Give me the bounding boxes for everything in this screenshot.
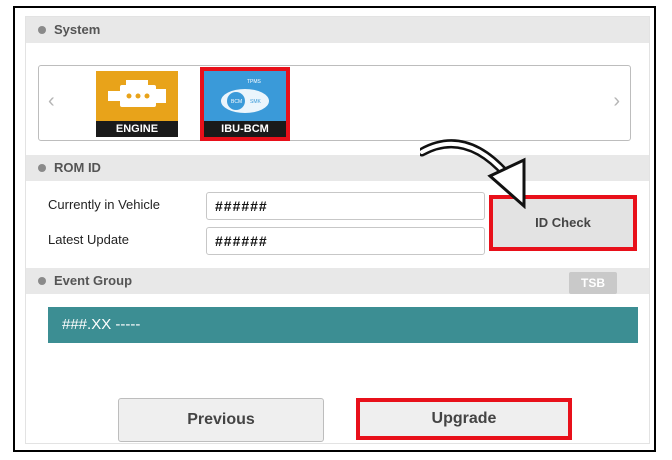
latest-update-label: Latest Update <box>48 232 129 247</box>
module-engine[interactable]: ENGINE <box>96 71 178 137</box>
module-ibu-bcm-label: IBU-BCM <box>204 121 286 137</box>
current-rom-id-value: ###### <box>215 198 268 214</box>
app-frame: System ‹ ENGINE TPMS BCM SMK IBU-BCM › R… <box>13 6 656 452</box>
system-section-header: System <box>26 17 649 43</box>
chevron-left-icon[interactable]: ‹ <box>48 90 55 113</box>
chevron-right-icon[interactable]: › <box>613 90 620 113</box>
latest-rom-id-field: ###### <box>206 227 485 255</box>
engine-icon <box>96 71 178 121</box>
upgrade-button[interactable]: Upgrade <box>356 398 572 440</box>
ibu-icon-text-smk: SMK <box>250 99 262 105</box>
upgrade-panel: System ‹ ENGINE TPMS BCM SMK IBU-BCM › R… <box>25 16 650 444</box>
bullet-dot-icon <box>38 277 46 285</box>
ibu-icon-text-tpms: TPMS <box>247 79 262 85</box>
currently-in-vehicle-label: Currently in Vehicle <box>48 197 160 212</box>
module-engine-label: ENGINE <box>96 121 178 137</box>
pointer-arrow-icon <box>420 139 526 209</box>
module-ibu-bcm[interactable]: TPMS BCM SMK IBU-BCM <box>200 67 290 141</box>
rom-id-title: ROM ID <box>54 160 101 175</box>
latest-rom-id-value: ###### <box>215 233 268 249</box>
event-group-title: Event Group <box>54 273 133 288</box>
tsb-button[interactable]: TSB <box>569 272 617 294</box>
event-group-section-header: Event Group <box>26 268 649 294</box>
rom-id-section-header: ROM ID <box>26 155 649 181</box>
system-module-carousel: ‹ ENGINE TPMS BCM SMK IBU-BCM › <box>38 65 631 141</box>
event-item-text: ###.XX ----- <box>62 316 141 333</box>
previous-button[interactable]: Previous <box>118 398 324 442</box>
event-list-item[interactable]: ###.XX ----- <box>48 307 638 343</box>
bullet-dot-icon <box>38 26 46 34</box>
ibu-icon-text-bcm: BCM <box>231 99 242 105</box>
bullet-dot-icon <box>38 164 46 172</box>
system-title: System <box>54 22 101 37</box>
ibu-bcm-icon: TPMS BCM SMK <box>204 71 286 121</box>
